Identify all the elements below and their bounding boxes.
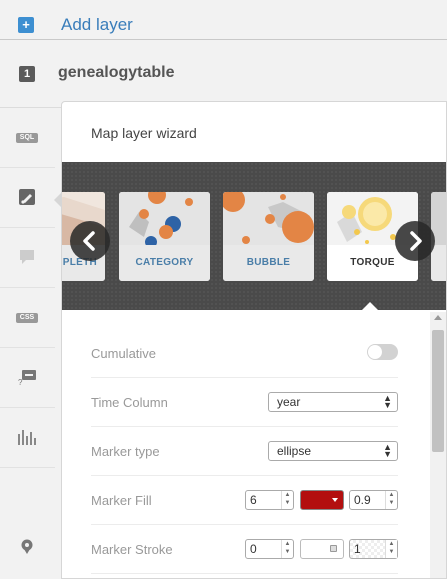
histogram-icon	[16, 430, 38, 446]
tool-infowindow[interactable]	[0, 228, 55, 288]
marker-stroke-label: Marker Stroke	[91, 542, 173, 557]
tool-css[interactable]: CSS	[0, 288, 55, 348]
toggle-knob	[368, 345, 382, 359]
card-category[interactable]: CATEGORY	[119, 192, 210, 281]
form-scrollbar[interactable]	[430, 312, 446, 578]
marker-fill-color-picker[interactable]	[300, 490, 344, 510]
time-column-label: Time Column	[91, 395, 168, 410]
marker-type-select[interactable]: ellipse ▲ ▼	[268, 441, 398, 461]
marker-type-value: ellipse	[277, 444, 312, 458]
speech-bubble-icon	[16, 250, 38, 266]
cumulative-toggle[interactable]	[367, 344, 398, 360]
row-marker-fill: Marker Fill 6 ▲ ▼ 0.9 ▲ ▼	[91, 476, 398, 525]
marker-fill-size-input[interactable]: 6 ▲ ▼	[245, 490, 294, 510]
layer-header: 1 genealogytable	[0, 41, 447, 108]
marker-stroke-color-picker[interactable]	[300, 539, 344, 559]
brush-icon	[16, 189, 38, 206]
add-layer-link[interactable]: Add layer	[61, 15, 133, 35]
select-caret-icon: ▲ ▼	[383, 442, 392, 459]
tool-filters[interactable]	[0, 408, 55, 468]
marker-type-label: Marker type	[91, 444, 160, 459]
top-bar: + Add layer	[0, 0, 447, 40]
pin-icon	[16, 539, 38, 556]
scroll-thumb[interactable]	[432, 330, 444, 452]
panel-title: Map layer wizard	[91, 125, 197, 141]
row-marker-stroke: Marker Stroke 0 ▲ ▼ 1 ▲ ▼	[91, 525, 398, 574]
add-layer-icon[interactable]: +	[18, 17, 34, 33]
spinner-icon[interactable]: ▲ ▼	[385, 491, 397, 509]
layer-name[interactable]: genealogytable	[58, 64, 174, 82]
card-bubble[interactable]: BUBBLE	[223, 192, 314, 281]
marker-fill-label: Marker Fill	[91, 493, 152, 508]
layer-toolbar: SQL CSS ?	[0, 108, 55, 579]
layer-number-badge: 1	[19, 66, 35, 82]
torque-settings-form: Cumulative Time Column year ▲ ▼ Marker ty…	[62, 312, 446, 578]
tool-add-annotation[interactable]	[0, 518, 55, 578]
category-thumb	[119, 192, 210, 248]
card-label: CATEGORY	[119, 245, 210, 281]
marker-stroke-width-value: 0	[250, 542, 257, 556]
spinner-icon[interactable]: ▲ ▼	[281, 540, 293, 558]
spinner-icon[interactable]: ▲ ▼	[385, 540, 397, 558]
dropdown-icon	[332, 498, 338, 502]
tool-sql[interactable]: SQL	[0, 108, 55, 168]
spinner-icon[interactable]: ▲ ▼	[281, 491, 293, 509]
css-icon: CSS	[16, 310, 38, 326]
row-time-column: Time Column year ▲ ▼	[91, 378, 398, 427]
chevron-left-icon	[83, 231, 95, 251]
scroll-up-arrow-icon[interactable]	[434, 315, 442, 320]
marker-stroke-opacity-input[interactable]: 1 ▲ ▼	[349, 539, 398, 559]
card-label: BUBBLE	[223, 245, 314, 281]
marker-fill-opacity-input[interactable]: 0.9 ▲ ▼	[349, 490, 398, 510]
select-caret-icon: ▲ ▼	[383, 393, 392, 410]
bubble-thumb	[223, 192, 314, 245]
sql-icon: SQL	[16, 130, 38, 146]
marker-fill-opacity-value: 0.9	[354, 493, 371, 507]
row-cumulative: Cumulative	[91, 329, 398, 378]
time-column-select[interactable]: year ▲ ▼	[268, 392, 398, 412]
legend-icon: ?	[16, 370, 38, 387]
visualization-carousel: PLETH CATEGORY BUBBLE TORQUE	[62, 162, 446, 310]
tool-legends[interactable]: ?	[0, 348, 55, 408]
cumulative-label: Cumulative	[91, 346, 157, 361]
wizard-panel: Map layer wizard PLETH CATEGORY BUBBLE T…	[61, 101, 447, 579]
row-marker-type: Marker type ellipse ▲ ▼	[91, 427, 398, 476]
carousel-prev-button[interactable]	[70, 221, 110, 261]
selected-card-indicator	[361, 302, 379, 311]
color-square-icon	[330, 545, 337, 552]
carousel-next-button[interactable]	[395, 221, 435, 261]
time-column-value: year	[277, 395, 301, 409]
marker-fill-size-value: 6	[250, 493, 257, 507]
marker-stroke-width-input[interactable]: 0 ▲ ▼	[245, 539, 294, 559]
marker-stroke-opacity-value: 1	[354, 542, 361, 556]
svg-text:?: ?	[18, 378, 23, 386]
tool-wizard[interactable]	[0, 168, 55, 228]
chevron-right-icon	[410, 231, 422, 251]
